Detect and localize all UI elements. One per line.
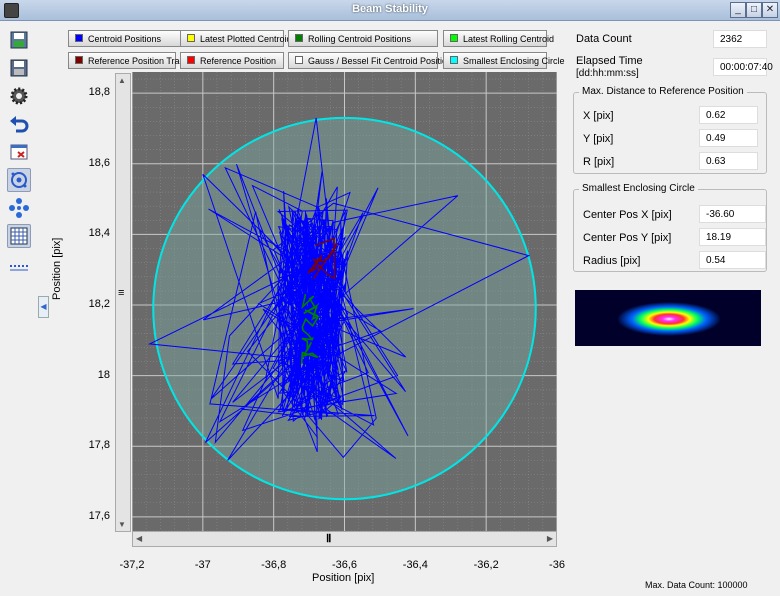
legend-swatch xyxy=(187,34,195,42)
elapsed-time-value: 00:00:07:40 xyxy=(713,58,773,76)
legend-rolling-centroid-positions[interactable]: Rolling Centroid Positions xyxy=(288,30,438,47)
legend-label: Centroid Positions xyxy=(88,34,162,44)
legend-swatch xyxy=(450,56,458,64)
legend-swatch xyxy=(450,34,458,42)
scroll-down-arrow[interactable]: ▼ xyxy=(118,520,126,529)
radius-value: 0.54 xyxy=(699,251,766,269)
legend-reference-position[interactable]: Reference Position xyxy=(180,52,284,69)
grid-icon[interactable] xyxy=(7,224,31,248)
centroid-target-icon[interactable] xyxy=(7,168,31,192)
window-title: Beam Stability xyxy=(352,3,428,15)
legend-label: Smallest Enclosing Circle xyxy=(463,56,565,66)
legend-swatch xyxy=(295,34,303,42)
maximize-button[interactable]: □ xyxy=(746,2,762,18)
undo-icon[interactable] xyxy=(7,112,31,136)
legend-centroid-positions[interactable]: Centroid Positions xyxy=(68,30,183,47)
y-tick-label: 18 xyxy=(97,368,110,381)
y-tick-label: 17,6 xyxy=(88,509,110,522)
center-pos-y-label: Center Pos Y [pix] xyxy=(583,232,672,244)
legend-label: Reference Position xyxy=(200,56,277,66)
save-data-icon[interactable] xyxy=(7,28,31,52)
x-tick-label: -36,4 xyxy=(402,559,428,571)
legend-label: Gauss / Bessel Fit Centroid Positions xyxy=(308,56,457,66)
legend-latest-rolling-centroid[interactable]: Latest Rolling Centroid xyxy=(443,30,554,47)
legend-smallest-enclosing-circle[interactable]: Smallest Enclosing Circle xyxy=(443,52,565,69)
legend-gauss-bessel-fit[interactable]: Gauss / Bessel Fit Centroid Positions xyxy=(288,52,457,69)
legend-label: Latest Rolling Centroid xyxy=(463,34,555,44)
smallest-enclosing-circle xyxy=(152,116,537,501)
clear-icon[interactable] xyxy=(7,140,31,164)
elapsed-format-label: [dd:hh:mm:ss] xyxy=(576,68,639,79)
legend-reference-position-trace[interactable]: Reference Position Trace xyxy=(68,52,189,69)
max-distance-title: Max. Distance to Reference Position xyxy=(579,86,747,97)
close-button[interactable]: ✕ xyxy=(762,2,778,18)
y-tick-label: 18,2 xyxy=(88,298,110,311)
horizontal-scrollbar[interactable]: ◀ Ⅱ ▶ xyxy=(132,531,557,547)
max-distance-r-value: 0.63 xyxy=(699,152,758,170)
horizontal-scroll-grip[interactable]: Ⅱ xyxy=(326,532,331,545)
center-pos-y-value: 18.19 xyxy=(699,228,766,246)
settings-gear-icon[interactable] xyxy=(7,84,31,108)
enclosing-circle-title: Smallest Enclosing Circle xyxy=(579,183,698,194)
legend-label: Reference Position Trace xyxy=(88,56,190,66)
move-crosshair-icon[interactable] xyxy=(7,196,31,220)
left-toolbar xyxy=(0,21,36,596)
y-tick-label: 18,4 xyxy=(88,227,110,240)
x-tick-label: -36,2 xyxy=(473,559,499,571)
center-pos-x-value: -36.60 xyxy=(699,205,766,223)
beam-profile-image xyxy=(575,290,761,346)
plot-area[interactable] xyxy=(131,72,558,532)
x-axis-label: Position [pix] xyxy=(312,572,375,584)
beam-position-chart xyxy=(131,72,558,532)
max-distance-r-label: R [pix] xyxy=(583,156,615,168)
legend-latest-plotted-centroid[interactable]: Latest Plotted Centroid xyxy=(180,30,292,47)
x-tick-label: -36 xyxy=(549,559,565,571)
data-count-label: Data Count xyxy=(576,33,632,45)
y-tick-label: 17,8 xyxy=(88,439,110,452)
vertical-scrollbar[interactable]: ▲ ≡ ▼ xyxy=(115,73,131,532)
radius-label: Radius [pix] xyxy=(583,255,641,267)
legend-label: Rolling Centroid Positions xyxy=(308,34,412,44)
y-tick-label: 18,6 xyxy=(88,156,110,169)
max-distance-y-label: Y [pix] xyxy=(583,133,614,145)
x-tick-label: -36,8 xyxy=(261,559,287,571)
collapse-panel-button[interactable]: ◀ xyxy=(38,296,49,318)
elapsed-time-label: Elapsed Time xyxy=(576,55,643,67)
dotted-line-icon[interactable] xyxy=(7,254,31,278)
vertical-scroll-grip[interactable]: ≡ xyxy=(118,287,124,299)
max-data-count: Max. Data Count: 100000 xyxy=(645,580,748,590)
x-tick-label: -37,2 xyxy=(119,559,145,571)
center-pos-x-label: Center Pos X [pix] xyxy=(583,209,672,221)
legend-swatch xyxy=(75,34,83,42)
legend-swatch xyxy=(187,56,195,64)
legend-swatch xyxy=(295,56,303,64)
scroll-left-arrow[interactable]: ◀ xyxy=(136,534,142,543)
minimize-button[interactable]: _ xyxy=(730,2,746,18)
y-tick-label: 18,8 xyxy=(88,86,110,99)
max-distance-x-value: 0.62 xyxy=(699,106,758,124)
max-distance-y-value: 0.49 xyxy=(699,129,758,147)
x-tick-label: -37 xyxy=(194,559,211,571)
scroll-right-arrow[interactable]: ▶ xyxy=(547,534,553,543)
legend-label: Latest Plotted Centroid xyxy=(200,34,292,44)
max-distance-x-label: X [pix] xyxy=(583,110,614,122)
x-tick-label: -36,6 xyxy=(331,559,358,571)
export-icon[interactable] xyxy=(7,56,31,80)
title-bar: Beam Stability _ □ ✕ xyxy=(0,0,780,21)
data-count-value: 2362 xyxy=(713,30,767,48)
y-axis-label: Position [pix] xyxy=(51,237,63,300)
scroll-up-arrow[interactable]: ▲ xyxy=(118,76,126,85)
legend-swatch xyxy=(75,56,83,64)
